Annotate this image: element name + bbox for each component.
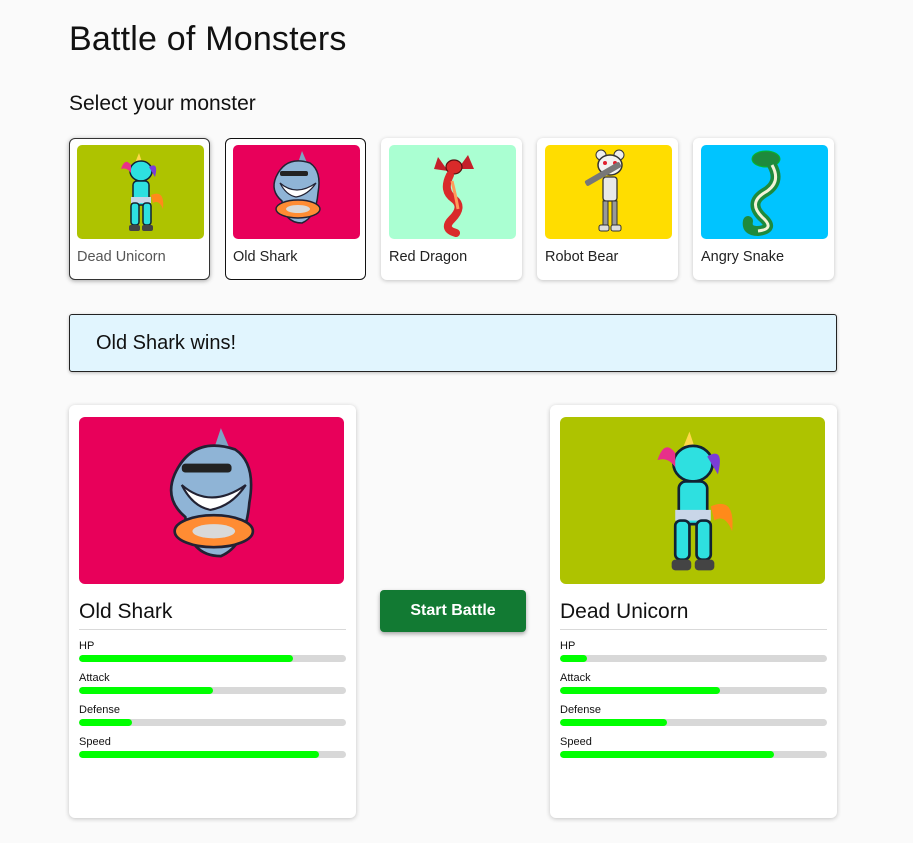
stat-bar-fill bbox=[560, 655, 587, 662]
monster-card-label: Red Dragon bbox=[389, 249, 468, 265]
stat-defense: Defense bbox=[79, 704, 346, 726]
stat-label: Speed bbox=[79, 736, 111, 748]
stat-label: Attack bbox=[560, 672, 591, 684]
page-title: Battle of Monsters bbox=[69, 20, 347, 58]
player-monster-card: Old Shark HP Attack Defense Speed bbox=[69, 405, 356, 818]
stat-bar-fill bbox=[79, 687, 213, 694]
stat-bar bbox=[560, 751, 827, 758]
monster-card-label: Angry Snake bbox=[701, 249, 785, 265]
computer-monster-card: Dead Unicorn HP Attack Defense Speed bbox=[550, 405, 837, 818]
unicorn-icon bbox=[120, 153, 163, 231]
stat-speed: Speed bbox=[560, 736, 827, 758]
monster-card-label: Old Shark bbox=[233, 249, 298, 265]
shark-icon bbox=[272, 151, 321, 224]
robot-bear-icon bbox=[584, 149, 624, 232]
winner-banner: Old Shark wins! bbox=[69, 314, 837, 372]
monster-card-dead-unicorn[interactable]: Dead Unicorn bbox=[69, 138, 210, 280]
stat-label: HP bbox=[560, 640, 576, 652]
stat-bar-fill bbox=[79, 655, 293, 662]
stat-bar bbox=[560, 687, 827, 694]
stat-label: HP bbox=[79, 640, 95, 652]
stat-bar-fill bbox=[560, 687, 721, 694]
monster-card-angry-snake[interactable]: Angry Snake bbox=[693, 138, 834, 280]
stat-bar-fill bbox=[560, 719, 667, 726]
unicorn-icon bbox=[656, 431, 733, 570]
monster-selector: Dead Unicorn Old Shark Red Dragon Robot … bbox=[69, 138, 834, 280]
snake-icon bbox=[742, 150, 781, 237]
stat-attack: Attack bbox=[79, 672, 346, 694]
stat-bar bbox=[79, 719, 346, 726]
monster-card-old-shark[interactable]: Old Shark bbox=[225, 138, 366, 280]
monster-card-robot-bear[interactable]: Robot Bear bbox=[537, 138, 678, 280]
stat-attack: Attack bbox=[560, 672, 827, 694]
stat-bar bbox=[79, 687, 346, 694]
stat-hp: HP bbox=[79, 640, 346, 662]
monster-thumb bbox=[545, 145, 672, 239]
player-monster-art bbox=[79, 417, 344, 584]
stat-speed: Speed bbox=[79, 736, 346, 758]
shark-icon bbox=[169, 427, 254, 557]
dragon-icon bbox=[433, 155, 474, 237]
monster-thumb bbox=[389, 145, 516, 239]
monster-card-label: Robot Bear bbox=[545, 249, 619, 265]
stat-label: Attack bbox=[79, 672, 110, 684]
stat-bar-fill bbox=[79, 751, 320, 758]
stat-defense: Defense bbox=[560, 704, 827, 726]
start-battle-button[interactable]: Start Battle bbox=[380, 590, 526, 632]
stat-bar bbox=[560, 655, 827, 662]
stat-hp: HP bbox=[560, 640, 827, 662]
monster-thumb bbox=[701, 145, 828, 239]
monster-thumb bbox=[233, 145, 360, 239]
stat-bar-fill bbox=[79, 719, 133, 726]
stat-bar bbox=[79, 655, 346, 662]
stat-label: Defense bbox=[560, 704, 601, 716]
monster-card-label: Dead Unicorn bbox=[77, 249, 166, 265]
monster-thumb bbox=[77, 145, 204, 239]
select-monster-heading: Select your monster bbox=[69, 92, 256, 115]
computer-monster-art bbox=[560, 417, 825, 584]
stat-bar bbox=[560, 719, 827, 726]
stat-bar-fill bbox=[560, 751, 774, 758]
stat-label: Speed bbox=[560, 736, 592, 748]
stat-bar bbox=[79, 751, 346, 758]
computer-monster-name: Dead Unicorn bbox=[560, 600, 827, 630]
monster-card-red-dragon[interactable]: Red Dragon bbox=[381, 138, 522, 280]
player-monster-name: Old Shark bbox=[79, 600, 346, 630]
stat-label: Defense bbox=[79, 704, 120, 716]
